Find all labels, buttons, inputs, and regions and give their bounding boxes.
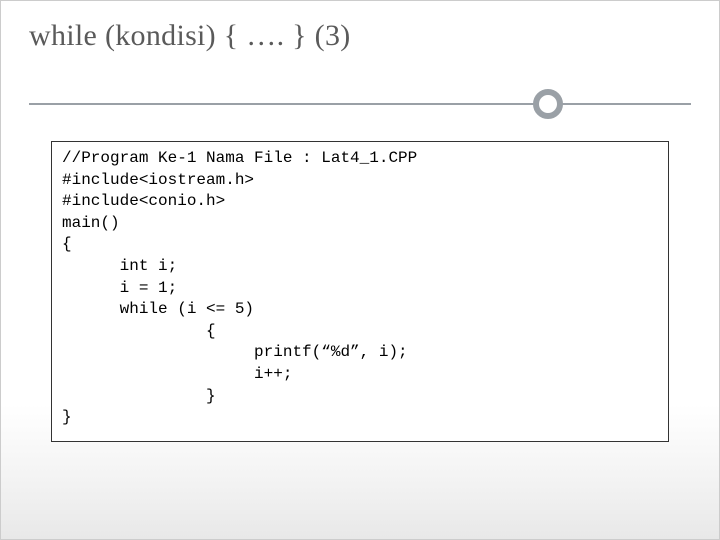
code-content: //Program Ke-1 Nama File : Lat4_1.CPP #i… bbox=[62, 148, 658, 429]
title-divider bbox=[29, 89, 691, 119]
code-block: //Program Ke-1 Nama File : Lat4_1.CPP #i… bbox=[51, 141, 669, 442]
ring-ornament-icon bbox=[533, 89, 563, 119]
slide-title: while (kondisi) { …. } (3) bbox=[29, 19, 691, 53]
divider-line bbox=[29, 103, 691, 105]
